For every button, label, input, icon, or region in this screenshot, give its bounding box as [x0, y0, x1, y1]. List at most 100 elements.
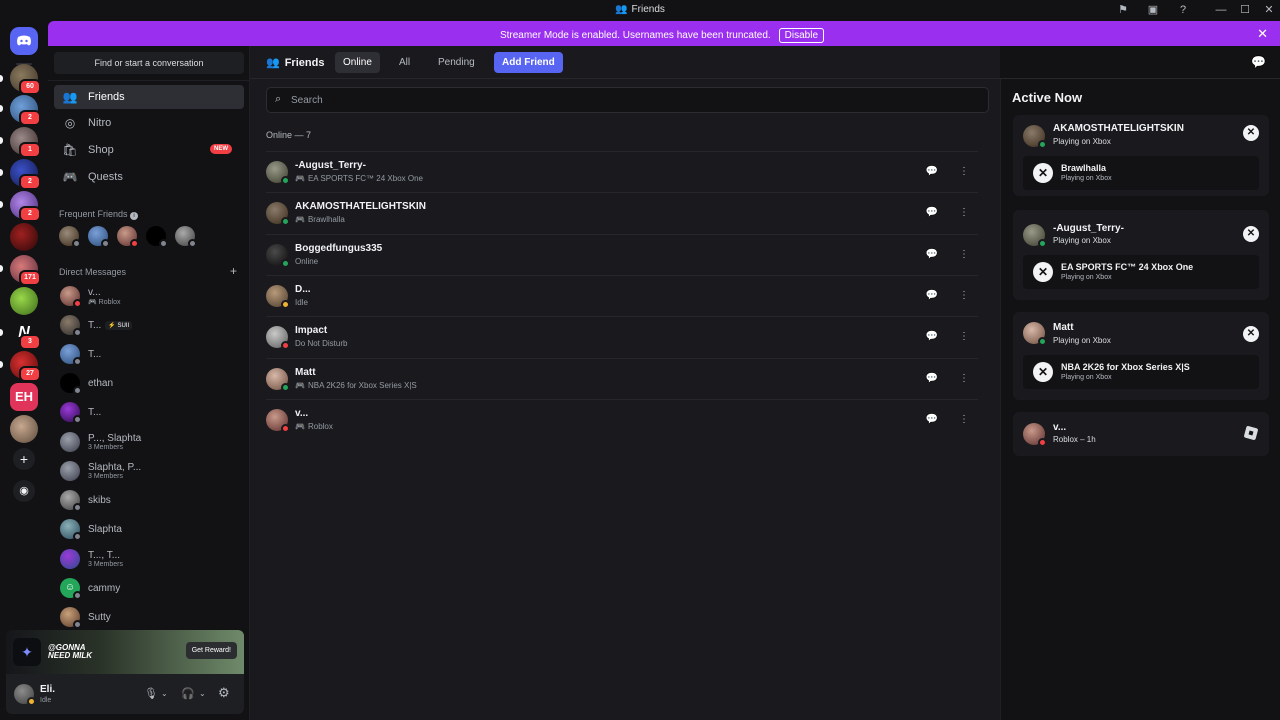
sidebar-item-shop[interactable]: 🛍 Shop NEW [54, 138, 244, 162]
message-icon[interactable]: 💬 [922, 410, 942, 430]
maximize-button[interactable]: ☐ [1235, 2, 1255, 18]
add-server-icon[interactable]: + [13, 448, 35, 470]
unread-indicator [0, 169, 3, 176]
dm-item[interactable]: ethan [54, 369, 244, 397]
chevron-down-icon[interactable]: ⌄ [161, 689, 168, 698]
dm-item[interactable]: Slaphta [54, 515, 244, 543]
server-icon[interactable] [10, 287, 38, 315]
help-icon[interactable]: ? [1175, 3, 1191, 18]
dm-item[interactable]: skibs [54, 486, 244, 514]
avatar[interactable] [117, 226, 139, 248]
search-field[interactable]: ⌕ [266, 87, 989, 113]
server-icon[interactable]: EH [10, 383, 38, 411]
game-name: Brawlhalla [1061, 163, 1107, 173]
flag-icon[interactable]: ⚑ [1115, 3, 1131, 18]
dm-item[interactable]: Sutty [54, 603, 244, 631]
server-icon[interactable]: 2 [10, 191, 41, 222]
avatar [60, 344, 82, 366]
dm-item[interactable]: T... [54, 398, 244, 426]
create-dm-icon[interactable]: + [230, 264, 237, 278]
message-icon[interactable]: 💬 [922, 162, 942, 182]
friend-row[interactable]: AKAMOSTHATELIGHTSKIN 🎮 Brawlhalla 💬 ⋮ [266, 192, 978, 233]
dm-item[interactable]: T... ⚡ SUII [54, 311, 244, 339]
sidebar-item-nitro[interactable]: ◎ Nitro [54, 111, 244, 135]
server-icon[interactable]: 60 [10, 64, 41, 95]
server-icon[interactable]: 2 [10, 95, 41, 126]
more-options-icon[interactable]: ⋮ [954, 327, 974, 347]
server-icon[interactable]: 2 [10, 159, 41, 190]
microphone-icon[interactable]: 🎙 [144, 687, 158, 700]
friend-name: Boggedfungus335 [295, 243, 383, 254]
direct-messages-label: Direct Messages [59, 267, 127, 277]
status-dot [130, 239, 139, 248]
more-options-icon[interactable]: ⋮ [954, 369, 974, 389]
server-icon[interactable]: 1 [10, 127, 41, 158]
message-icon[interactable]: 💬 [922, 327, 942, 347]
friend-row[interactable]: Matt 🎮 NBA 2K26 for Xbox Series X|S 💬 ⋮ [266, 358, 978, 399]
friend-row[interactable]: Boggedfungus335 Online 💬 ⋮ [266, 234, 978, 275]
server-icon[interactable] [10, 223, 38, 251]
close-window-button[interactable]: ✕ [1259, 2, 1279, 18]
headphones-icon[interactable]: 🎧 [181, 687, 195, 700]
disable-button[interactable]: Disable [778, 28, 825, 43]
message-icon[interactable]: 💬 [922, 203, 942, 223]
group-dm-item[interactable]: T..., T... 3 Members [54, 545, 244, 573]
friend-row[interactable]: v... 🎮 Roblox 💬 ⋮ [266, 399, 978, 440]
activity-card[interactable]: Matt Playing on Xbox ✕ ✕ NBA 2K26 for Xb… [1013, 312, 1269, 400]
group-dm-item[interactable]: P..., Slaphta 3 Members [54, 428, 244, 456]
more-options-icon[interactable]: ⋮ [954, 203, 974, 223]
add-friend-button[interactable]: Add Friend [494, 52, 563, 73]
activity-card[interactable]: -August_Terry- Playing on Xbox ✕ ✕ EA SP… [1013, 210, 1269, 300]
sidebar-item-quests[interactable]: 🎮 Quests [54, 165, 244, 189]
minimize-button[interactable]: — [1211, 2, 1231, 18]
friend-row[interactable]: -August_Terry- 🎮 EA SPORTS FC™ 24 Xbox On… [266, 151, 978, 192]
avatar[interactable] [146, 226, 168, 248]
status-dot [72, 239, 81, 248]
message-icon[interactable]: 💬 [922, 245, 942, 265]
more-options-icon[interactable]: ⋮ [954, 162, 974, 182]
friend-row[interactable]: D... Idle 💬 ⋮ [266, 275, 978, 316]
chevron-down-icon[interactable]: ⌄ [199, 689, 206, 698]
activity-card[interactable]: v... Roblox – 1h [1013, 412, 1269, 456]
server-icon[interactable]: 27 [10, 351, 41, 382]
inbox-icon[interactable]: ▣ [1145, 3, 1161, 18]
dm-item[interactable]: T... [54, 340, 244, 368]
group-dm-item[interactable]: Slaphta, P... 3 Members [54, 457, 244, 485]
discover-icon[interactable]: ◉ [13, 480, 35, 502]
unread-indicator [0, 201, 3, 208]
message-icon[interactable]: 💬 [922, 286, 942, 306]
gear-icon[interactable]: ⚙ [218, 685, 230, 701]
search-input[interactable] [291, 92, 971, 108]
home-button[interactable] [10, 27, 38, 55]
nav-label: Shop [88, 144, 114, 156]
user-avatar[interactable] [14, 684, 36, 706]
friend-activity: Brawlhalla [307, 215, 345, 224]
server-icon[interactable] [10, 415, 38, 443]
avatar[interactable] [59, 226, 81, 248]
friend-row[interactable]: Impact Do Not Disturb 💬 ⋮ [266, 316, 978, 357]
dm-item[interactable]: v... 🎮 Roblox [54, 282, 244, 310]
server-icon[interactable]: N3 [10, 319, 41, 350]
xbox-icon: ✕ [1033, 163, 1053, 183]
more-options-icon[interactable]: ⋮ [954, 410, 974, 430]
message-icon[interactable]: 💬 [922, 369, 942, 389]
activity-card[interactable]: AKAMOSTHATELIGHTSKIN Playing on Xbox ✕ ✕… [1013, 115, 1269, 196]
get-reward-button[interactable]: Get Reward! [185, 642, 237, 659]
tab-all[interactable]: All [391, 52, 418, 73]
tab-online[interactable]: Online [335, 52, 380, 73]
new-group-dm-icon[interactable]: 💬 [1251, 55, 1266, 69]
avatar[interactable] [88, 226, 110, 248]
server-icon[interactable]: 171 [10, 255, 41, 286]
gamepad-icon: 🎮 [295, 215, 305, 224]
find-conversation-button[interactable]: Find or start a conversation [54, 52, 244, 74]
close-icon[interactable]: ✕ [1257, 26, 1268, 42]
sidebar-item-friends[interactable]: 👥 Friends [54, 85, 244, 109]
avatar[interactable] [175, 226, 197, 248]
more-options-icon[interactable]: ⋮ [954, 245, 974, 265]
avatar [266, 409, 290, 433]
tab-pending[interactable]: Pending [430, 52, 483, 73]
dm-item[interactable]: ☺ cammy [54, 574, 244, 602]
username[interactable]: Eli. [40, 684, 55, 695]
banner-message: Streamer Mode is enabled. Usernames have… [48, 28, 1280, 43]
more-options-icon[interactable]: ⋮ [954, 286, 974, 306]
